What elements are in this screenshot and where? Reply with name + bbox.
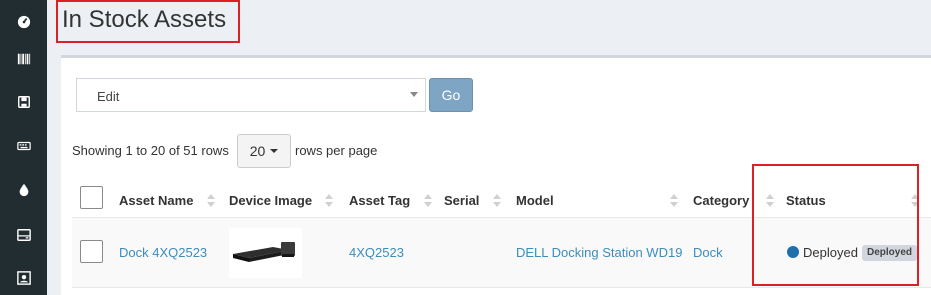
device-image[interactable]: [229, 228, 302, 278]
sidebar-item-assets[interactable]: [0, 37, 47, 81]
sort-icon[interactable]: [493, 194, 501, 208]
sidebar-item-licenses[interactable]: [0, 80, 47, 124]
asset-tag-link[interactable]: 4XQ2523: [349, 245, 404, 260]
column-header-serial[interactable]: Serial: [444, 193, 479, 208]
asset-name-link[interactable]: Dock 4XQ2523: [119, 245, 207, 260]
sidebar-item-consumables[interactable]: [0, 168, 47, 212]
model-link[interactable]: DELL Docking Station WD19: [516, 245, 682, 260]
page-size-dropdown[interactable]: 20: [237, 134, 291, 168]
drop-icon: [19, 183, 28, 197]
go-button[interactable]: Go: [429, 78, 473, 112]
bulk-action-select[interactable]: Edit: [76, 78, 426, 112]
docking-station-image: [229, 228, 302, 278]
table-row-divider: [72, 287, 931, 288]
sort-icon[interactable]: [325, 194, 333, 208]
keyboard-icon: [16, 141, 31, 151]
sort-icon[interactable]: [207, 194, 215, 208]
user-card-icon: [16, 271, 31, 285]
save-icon: [17, 96, 30, 108]
dashboard-icon: [17, 15, 30, 29]
sidebar-item-accessories[interactable]: [0, 124, 47, 168]
sort-icon[interactable]: [670, 194, 678, 208]
column-header-asset-tag[interactable]: Asset Tag: [349, 193, 410, 208]
sidebar: [0, 0, 47, 295]
column-header-model[interactable]: Model: [516, 193, 554, 208]
pagination-info: Showing 1 to 20 of 51 rows: [72, 143, 229, 158]
rows-per-page-label: rows per page: [295, 143, 378, 158]
caret-down-icon: [270, 149, 279, 153]
sidebar-item-people[interactable]: [0, 256, 47, 295]
chevron-down-icon: [410, 92, 418, 97]
page-size-value: 20: [249, 143, 266, 159]
sort-icon[interactable]: [424, 194, 432, 208]
row-checkbox[interactable]: [80, 240, 103, 263]
column-header-category[interactable]: Category: [693, 193, 749, 208]
column-header-device-image[interactable]: Device Image: [229, 193, 312, 208]
column-header-asset-name[interactable]: Asset Name: [119, 193, 193, 208]
barcode-icon: [17, 53, 30, 65]
page-title: In Stock Assets: [62, 6, 227, 33]
hdd-icon: [16, 229, 31, 241]
bulk-action-value: Edit: [97, 89, 120, 104]
select-all-checkbox[interactable]: [80, 186, 103, 209]
status-highlight-box: [752, 164, 919, 286]
category-link[interactable]: Dock: [693, 245, 723, 260]
sidebar-item-components[interactable]: [0, 213, 47, 257]
